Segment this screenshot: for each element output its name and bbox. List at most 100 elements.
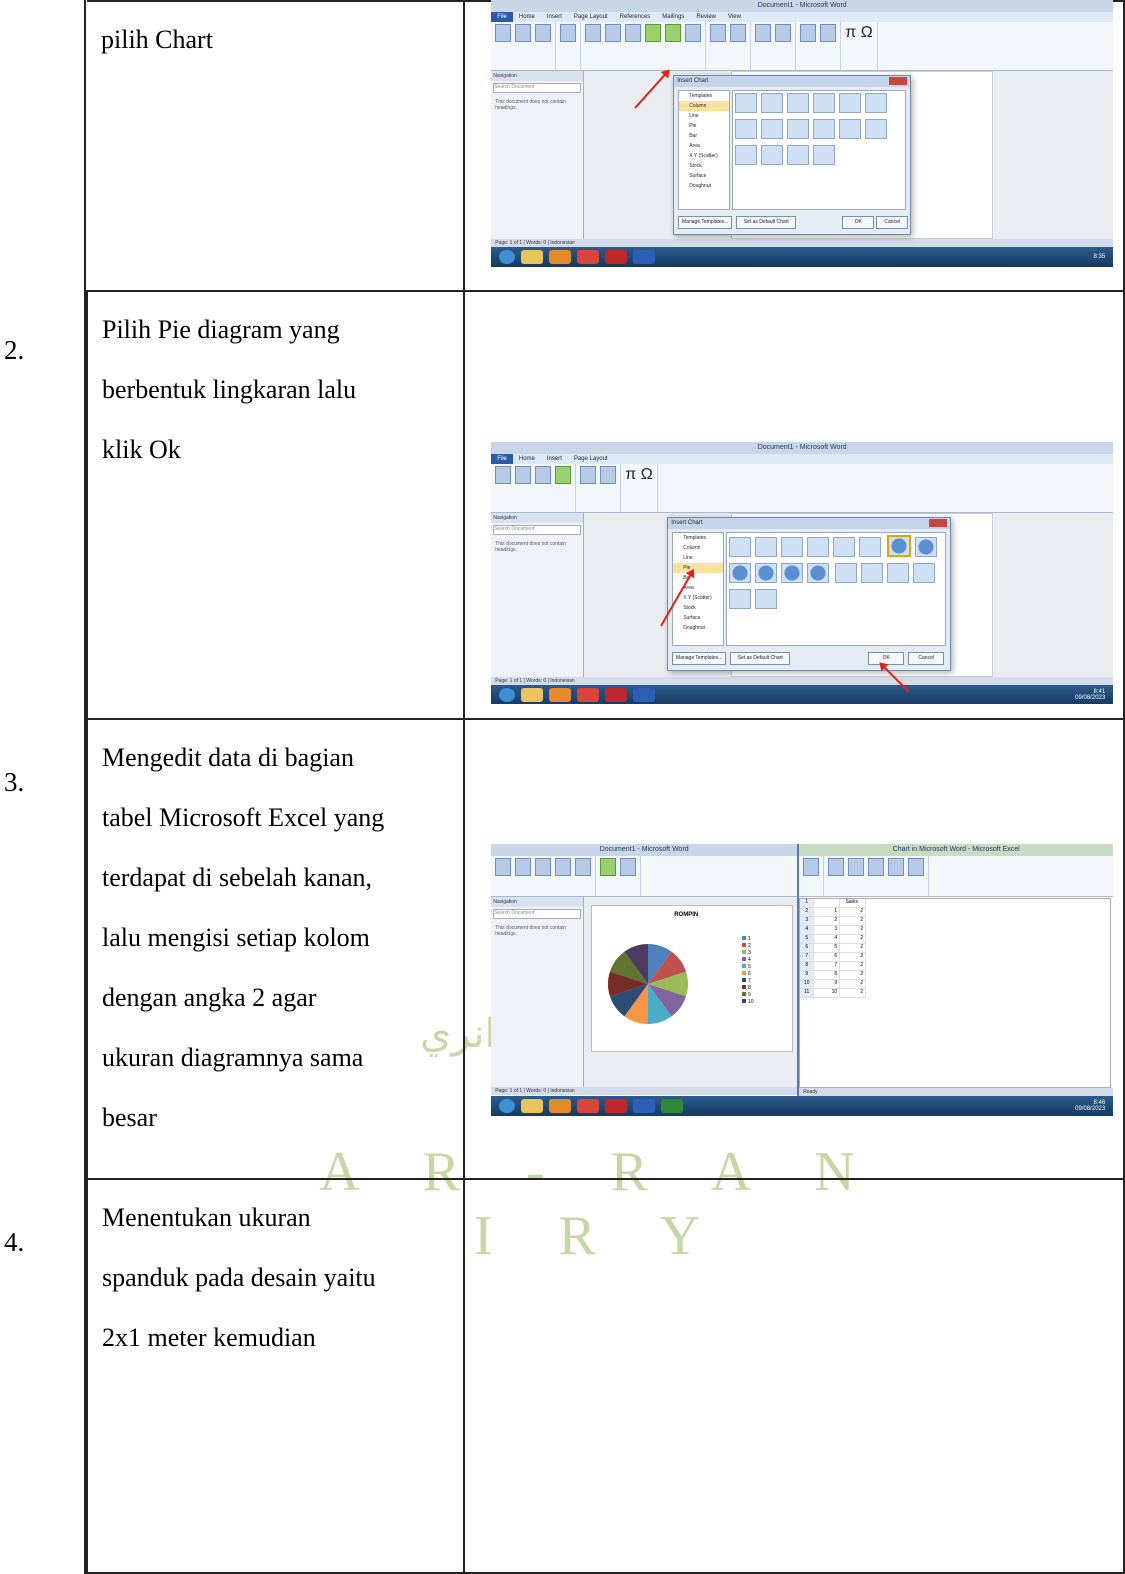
picture-icon[interactable] [585,24,602,42]
category-cell[interactable]: 3 [814,926,841,935]
tab-review[interactable]: Review [690,14,722,20]
page-break-icon[interactable] [535,24,552,42]
media-icon[interactable] [549,688,572,702]
category-cell[interactable]: 6 [814,953,841,962]
chart-type-stock[interactable]: Stock [673,603,723,613]
chart-thumbnail[interactable] [813,93,836,113]
blank-page-icon[interactable] [515,24,532,42]
chart-icon[interactable] [665,24,682,42]
chart-type-templates[interactable]: Templates [679,91,729,101]
sales-value-cell[interactable]: 2 [840,944,867,953]
footer-icon[interactable] [600,466,617,484]
chart-type-pie[interactable]: Pie [679,121,729,131]
text-box-icon[interactable] [800,24,817,42]
word-icon[interactable] [633,688,656,702]
table-icon[interactable] [560,24,577,42]
sales-value-cell[interactable]: 2 [840,926,867,935]
chart-thumbnail[interactable] [865,93,888,113]
bar-chart-thumbnail[interactable] [886,563,909,583]
chart-thumbnail[interactable] [839,119,862,139]
sales-value-cell[interactable]: 2 [840,989,867,998]
chart-thumbnail[interactable] [761,145,784,165]
start-icon[interactable] [499,688,516,702]
media-icon[interactable] [549,250,572,264]
tab-insert[interactable]: Insert [541,14,568,20]
chart-thumbnail[interactable] [735,145,758,165]
chart-thumbnail[interactable] [833,537,856,557]
grid-cell[interactable] [814,899,841,908]
sales-value-cell[interactable]: 2 [840,917,867,926]
chart-thumbnail[interactable] [787,119,810,139]
screenshot-icon[interactable] [685,24,702,42]
set-default-chart-button[interactable]: Set as Default Chart [736,216,797,229]
close-icon[interactable] [929,519,948,527]
category-cell[interactable]: 1 [814,908,841,917]
chart-thumbnail[interactable] [787,145,810,165]
header-icon[interactable] [580,466,597,484]
chart-icon[interactable] [555,466,572,484]
wordart-icon[interactable] [820,24,837,42]
save-template-icon[interactable] [515,858,532,876]
chart-type-line[interactable]: Line [673,553,723,563]
category-cell[interactable]: 5 [814,944,841,953]
search-document-input[interactable]: Search Document [493,83,582,93]
styles-icon[interactable] [888,858,905,876]
chart-type-area[interactable]: Area [679,141,729,151]
word-icon[interactable] [633,250,656,264]
close-icon[interactable] [889,77,908,85]
ok-button[interactable]: OK [842,216,875,229]
font-icon[interactable] [828,858,845,876]
chart-type-stock[interactable]: Stock [679,161,729,171]
chart-type-column[interactable]: Column [679,101,730,111]
pdf-icon[interactable] [605,250,628,264]
quick-styles-icon[interactable] [620,858,637,876]
cancel-button[interactable]: Cancel [908,652,945,665]
pie-chart-thumbnail-selected[interactable] [886,535,911,557]
sales-value-cell[interactable]: 2 [840,980,867,989]
tab-insert[interactable]: Insert [541,456,568,462]
hyperlink-icon[interactable] [710,24,727,42]
tab-mailings[interactable]: Mailings [656,14,690,20]
set-default-chart-button[interactable]: Set as Default Chart [730,652,791,665]
category-cell[interactable]: 10 [814,989,841,998]
chrome-icon[interactable] [577,1099,600,1113]
category-cell[interactable]: 7 [814,962,841,971]
category-cell[interactable]: 2 [814,917,841,926]
excel-icon[interactable] [661,1099,684,1113]
tab-view[interactable]: View [722,14,747,20]
chart-type-scatter[interactable]: X Y (Scatter) [673,593,723,603]
footer-icon[interactable] [775,24,792,42]
manage-templates-button[interactable]: Manage Templates... [678,216,733,229]
chrome-icon[interactable] [577,250,600,264]
chart-thumbnail[interactable] [813,119,836,139]
chart-thumbnail[interactable] [735,93,758,113]
tab-file[interactable]: File [491,12,513,22]
paste-icon[interactable] [803,858,820,876]
sales-value-cell[interactable]: 2 [840,962,867,971]
edit-data-icon[interactable] [575,858,592,876]
sales-value-cell[interactable]: 2 [840,908,867,917]
folder-icon[interactable] [521,688,544,702]
chart-type-surface[interactable]: Surface [673,613,723,623]
folder-icon[interactable] [521,250,544,264]
start-icon[interactable] [499,250,516,264]
table-icon[interactable] [515,466,532,484]
tab-file[interactable]: File [491,454,513,464]
change-chart-type-icon[interactable] [495,858,512,876]
quick-layout-icon[interactable] [600,858,617,876]
pie-chart[interactable]: ROMPIN 1 2 3 4 5 6 7 8 9 10 [591,905,794,1052]
shapes-icon[interactable] [625,24,642,42]
chart-type-doughnut[interactable]: Doughnut [679,181,729,191]
chart-thumbnail[interactable] [865,119,888,139]
start-icon[interactable] [499,1099,516,1113]
chart-thumbnail[interactable] [787,93,810,113]
category-cell[interactable]: 9 [814,980,841,989]
chart-thumbnail[interactable] [755,537,778,557]
header-icon[interactable] [755,24,772,42]
tab-references[interactable]: References [614,14,657,20]
bar-chart-thumbnail[interactable] [729,589,752,609]
chart-type-doughnut[interactable]: Doughnut [673,623,723,633]
cancel-button[interactable]: Cancel [876,216,909,229]
tab-home[interactable]: Home [513,456,541,462]
chart-thumbnail[interactable] [839,93,862,113]
